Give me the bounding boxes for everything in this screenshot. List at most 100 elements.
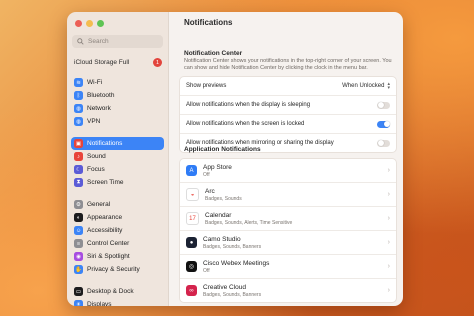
notification-center-description: Notification Center shows your notificat… <box>184 58 392 72</box>
search-icon <box>77 38 84 45</box>
sidebar-item-focus[interactable]: ☾ Focus <box>71 163 164 176</box>
icloud-storage-item[interactable]: iCloud Storage Full 1 <box>74 58 162 67</box>
sidebar-item-vpn[interactable]: ◍ VPN <box>71 115 164 128</box>
select-value: When Unlocked <box>342 83 385 89</box>
sidebar-groups: ≋ Wi-Fi ᛒ Bluetooth ◍ Network ◍ VPN ▣ Notificatio… <box>67 76 168 306</box>
sidebar-item-label: Control Center <box>87 240 130 247</box>
sidebar-item-label: Notifications <box>87 140 123 147</box>
toggle-switch[interactable] <box>377 120 390 128</box>
sidebar-item-bluetooth[interactable]: ᛒ Bluetooth <box>71 89 164 102</box>
traffic-lights <box>67 12 168 27</box>
sidebar-item-label: Desktop & Dock <box>87 288 134 295</box>
chevron-right-icon: › <box>387 263 390 270</box>
sidebar-item-label: Siri & Spotlight <box>87 253 130 260</box>
app-notifications-panel: A App Store Off › ◒ Arc Badges, Sounds › 17 Calen… <box>179 158 397 303</box>
close-button[interactable] <box>75 20 82 27</box>
sidebar-item-control-center[interactable]: ≡ Control Center <box>71 237 164 250</box>
app-text: App Store Off <box>203 164 382 178</box>
webex-icon: ◎ <box>186 261 197 272</box>
app-name: Calendar <box>205 211 232 219</box>
sidebar-item-appearance[interactable]: ◐ Appearance <box>71 211 164 224</box>
app-row-cisco-webex-meetings[interactable]: ◎ Cisco Webex Meetings Off › <box>180 255 396 279</box>
toggle-switch[interactable] <box>377 101 390 109</box>
sidebar-item-screen-time[interactable]: ⧗ Screen Time <box>71 176 164 189</box>
app-notification-summary: Off <box>203 267 210 274</box>
app-store-icon: A <box>186 165 197 176</box>
chevron-right-icon: › <box>387 215 390 222</box>
setting-label: Show previews <box>186 83 227 89</box>
zoom-button[interactable] <box>97 20 104 27</box>
sidebar-item-general[interactable]: ⚙ General <box>71 198 164 211</box>
minimize-button[interactable] <box>86 20 93 27</box>
app-row-creative-cloud[interactable]: ∞ Creative Cloud Badges, Sounds, Banners › <box>180 279 396 302</box>
setting-row: Show previews When Unlocked ▴ ▾ <box>180 77 396 96</box>
search-input[interactable]: Search <box>72 35 163 48</box>
sidebar-group: ▭ Desktop & Dock ☀ Displays <box>67 285 168 306</box>
sidebar-item-wi-fi[interactable]: ≋ Wi-Fi <box>71 76 164 89</box>
app-text: Calendar Badges, Sounds, Alerts, Time Sen… <box>205 212 382 226</box>
icloud-storage-label: iCloud Storage Full <box>74 59 130 66</box>
sidebar-item-label: Displays <box>87 301 112 306</box>
sidebar-group: ▣ Notifications ♪ Sound ☾ Focus ⧗ Screen Time <box>67 137 168 189</box>
calendar-icon: 17 <box>186 212 199 225</box>
setting-label: Allow notifications when the screen is l… <box>186 121 305 127</box>
toggle-knob <box>377 102 384 108</box>
icloud-badge: 1 <box>153 58 162 67</box>
app-name: App Store <box>203 163 232 171</box>
sidebar-item-privacy-security[interactable]: ✋ Privacy & Security <box>71 263 164 276</box>
app-name: Cisco Webex Meetings <box>203 259 270 267</box>
app-row-arc[interactable]: ◒ Arc Badges, Sounds › <box>180 183 396 207</box>
bluetooth-icon: ᛒ <box>74 91 83 100</box>
app-notifications-heading: Application Notifications <box>184 146 261 153</box>
sidebar-item-label: Focus <box>87 166 105 173</box>
updown-chevron-icon: ▴ ▾ <box>387 81 390 91</box>
sidebar-item-label: General <box>87 201 111 208</box>
accessibility-icon: ☺ <box>74 226 83 235</box>
show-previews-select[interactable]: When Unlocked ▴ ▾ <box>342 81 390 91</box>
chevron-right-icon: › <box>387 191 390 198</box>
app-row-calendar[interactable]: 17 Calendar Badges, Sounds, Alerts, Time S… <box>180 207 396 231</box>
sidebar-item-label: VPN <box>87 118 101 125</box>
vpn-icon: ◍ <box>74 117 83 126</box>
sidebar-item-label: Privacy & Security <box>87 266 140 273</box>
app-text: Creative Cloud Badges, Sounds, Banners <box>203 284 382 298</box>
app-notification-summary: Badges, Sounds, Alerts, Time Sensitive <box>205 219 293 226</box>
appearance-icon: ◐ <box>74 213 83 222</box>
chevron-right-icon: › <box>387 287 390 294</box>
focus-icon: ☾ <box>74 165 83 174</box>
app-row-camo-studio[interactable]: ● Camo Studio Badges, Sounds, Banners › <box>180 231 396 255</box>
sidebar-item-label: Network <box>87 105 111 112</box>
app-row-app-store[interactable]: A App Store Off › <box>180 159 396 183</box>
desktop-dock-icon: ▭ <box>74 287 83 296</box>
sidebar-item-network[interactable]: ◍ Network <box>71 102 164 115</box>
sidebar-group: ⚙ General ◐ Appearance ☺ Accessibility ≡ Contro… <box>67 198 168 276</box>
sidebar-item-notifications[interactable]: ▣ Notifications <box>71 137 164 150</box>
sidebar-item-label: Screen Time <box>87 179 124 186</box>
setting-label: Allow notifications when the display is … <box>186 102 311 108</box>
toggle-knob <box>383 121 390 127</box>
sidebar: Search iCloud Storage Full 1 ≋ Wi-Fi ᛒ Blue… <box>67 12 169 306</box>
sidebar-item-sound[interactable]: ♪ Sound <box>71 150 164 163</box>
sidebar-item-label: Accessibility <box>87 227 123 234</box>
wifi-icon: ≋ <box>74 78 83 87</box>
sidebar-item-accessibility[interactable]: ☺ Accessibility <box>71 224 164 237</box>
privacy-icon: ✋ <box>74 265 83 274</box>
settings-window: Search iCloud Storage Full 1 ≋ Wi-Fi ᛒ Blue… <box>67 12 403 306</box>
app-text: Cisco Webex Meetings Off <box>203 260 382 274</box>
arc-icon: ◒ <box>186 188 199 201</box>
app-text: Camo Studio Badges, Sounds, Banners <box>203 236 382 250</box>
sidebar-item-siri-spotlight[interactable]: ◉ Siri & Spotlight <box>71 250 164 263</box>
sidebar-item-desktop-dock[interactable]: ▭ Desktop & Dock <box>71 285 164 298</box>
camo-studio-icon: ● <box>186 237 197 248</box>
sidebar-item-label: Wi-Fi <box>87 79 103 86</box>
toggle-knob <box>377 140 384 146</box>
notifications-icon: ▣ <box>74 139 83 148</box>
general-icon: ⚙ <box>74 200 83 209</box>
sidebar-item-displays[interactable]: ☀ Displays <box>71 298 164 306</box>
settings-panel: Show previews When Unlocked ▴ ▾ Allow notifi… <box>179 76 397 153</box>
control-center-icon: ≡ <box>74 239 83 248</box>
toggle-switch[interactable] <box>377 139 390 147</box>
page-title: Notifications <box>184 18 233 27</box>
setting-row: Allow notifications when the display is … <box>180 96 396 115</box>
sound-icon: ♪ <box>74 152 83 161</box>
